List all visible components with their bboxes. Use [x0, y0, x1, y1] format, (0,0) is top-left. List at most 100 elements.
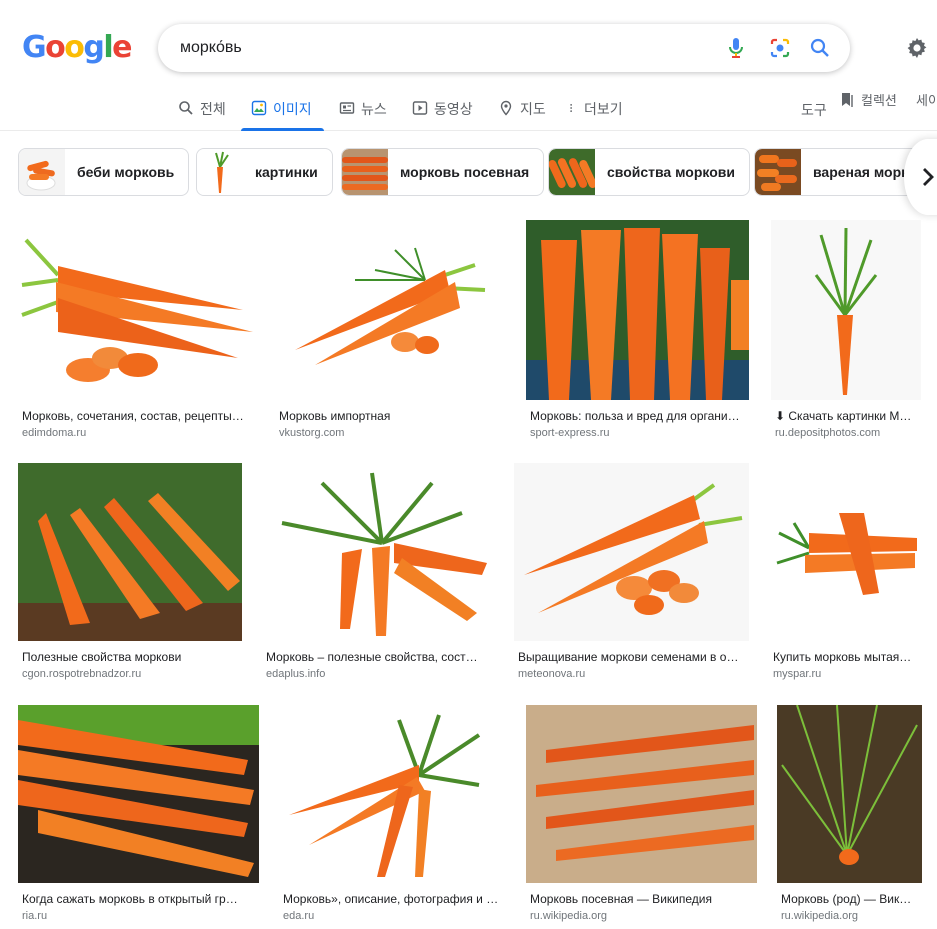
result-site: edimdoma.ru [22, 427, 87, 439]
camera-lens-icon[interactable] [768, 36, 792, 60]
result-image[interactable] [526, 705, 757, 883]
result-title[interactable]: Морковь, сочетания, состав, рецепты… [22, 409, 255, 424]
result-title[interactable]: Морковь – полезные свойства, сост… [266, 650, 494, 665]
collections-label: 컬렉션 [861, 93, 897, 108]
tab-all[interactable]: 전체 [178, 88, 226, 130]
result-site: meteonova.ru [518, 668, 586, 680]
image-result[interactable]: Морковь импортная vkustorg.com [275, 220, 504, 440]
result-site: ru.wikipedia.org [781, 910, 859, 922]
result-image[interactable] [279, 705, 506, 883]
result-title[interactable]: Морковь: польза и вред для органи… [530, 409, 749, 424]
safesearch-button[interactable]: 세이 [916, 90, 937, 109]
result-site: ru.depositphotos.com [775, 427, 881, 439]
result-title[interactable]: Купить морковь мытая… [773, 650, 921, 665]
tab-label: 지도 [520, 101, 546, 117]
result-site: eda.ru [283, 910, 315, 922]
logo-letter: g [83, 30, 104, 65]
chevron-right-icon [923, 168, 934, 186]
tab-more[interactable]: 더보기 [568, 88, 623, 130]
search-icon[interactable] [808, 36, 832, 60]
search-input[interactable]: морко́вь [180, 38, 242, 58]
chip-thumbnail [549, 149, 595, 195]
image-result[interactable]: Выращивание моркови семенами в о… meteon… [514, 463, 749, 681]
image-result[interactable]: Морковь», описание, фотография и … eda.r… [279, 705, 506, 923]
logo-letter: o [45, 30, 66, 65]
result-site: ria.ru [22, 910, 48, 922]
result-image[interactable] [769, 463, 921, 641]
result-site: sport-express.ru [530, 427, 610, 439]
chip-thumbnail [755, 149, 801, 195]
logo-letter: o [64, 30, 85, 65]
tab-label: 더보기 [584, 101, 623, 117]
logo-letter: l [103, 30, 113, 65]
result-title[interactable]: Морковь посевная — Википедия [530, 892, 757, 907]
image-result[interactable]: Морковь (род) — Вик… ru.wikipedia.org [777, 705, 922, 923]
gear-icon[interactable] [905, 36, 929, 60]
tab-label: 뉴스 [361, 101, 387, 117]
result-image[interactable] [526, 220, 749, 400]
image-result[interactable]: ⬇ Скачать картинки М… ru.depositphotos.c… [771, 220, 921, 440]
image-icon [251, 100, 267, 116]
result-image[interactable] [262, 463, 494, 641]
news-icon [339, 102, 355, 114]
result-image[interactable] [18, 220, 255, 400]
result-site: cgon.rospotrebnadzor.ru [22, 668, 142, 680]
result-site: edaplus.info [266, 668, 326, 680]
tab-label: 동영상 [434, 101, 473, 117]
search-tabs: 전체 이미지 뉴스 동영상 지도 더보기 도구 컬렉션 세이 [0, 88, 937, 131]
chip-label: беби морковь [77, 164, 175, 180]
chip-label: морковь посевная [400, 164, 530, 180]
image-result[interactable]: Морковь, сочетания, состав, рецепты… edi… [18, 220, 255, 440]
image-result[interactable]: Купить морковь мытая… myspar.ru [769, 463, 921, 681]
logo-letter: e [112, 30, 132, 65]
related-search-chips: беби морковь картинки морковь посевная с… [0, 148, 937, 196]
logo-letter: G [22, 30, 47, 65]
tab-images[interactable]: 이미지 [241, 88, 324, 131]
result-title[interactable]: Полезные свойства моркови [22, 650, 242, 665]
chip-thumbnail [197, 149, 243, 195]
tab-news[interactable]: 뉴스 [339, 88, 387, 130]
result-title[interactable]: Морковь (род) — Вик… [781, 892, 922, 907]
tab-videos[interactable]: 동영상 [412, 88, 473, 130]
result-title[interactable]: Когда сажать морковь в открытый гр… [22, 892, 259, 907]
result-title[interactable]: ⬇ Скачать картинки М… [775, 409, 921, 424]
result-image[interactable] [777, 705, 922, 883]
chip-carrot-properties[interactable]: свойства моркови [548, 148, 750, 196]
image-result[interactable]: Морковь посевная — Википедия ru.wikipedi… [526, 705, 757, 923]
image-result[interactable]: Когда сажать морковь в открытый гр… ria.… [18, 705, 259, 923]
search-icon [179, 101, 193, 115]
bookmark-icon [842, 92, 853, 107]
chip-baby-carrots[interactable]: беби морковь [18, 148, 190, 196]
more-dots-icon [570, 104, 572, 112]
result-site: ru.wikipedia.org [530, 910, 608, 922]
chip-label: свойства моркови [607, 164, 735, 180]
tab-label: 이미지 [273, 101, 312, 117]
video-icon [412, 101, 428, 115]
chip-thumbnail [19, 149, 65, 195]
result-image[interactable] [514, 463, 749, 641]
tools-button[interactable]: 도구 [801, 100, 827, 120]
collections-button[interactable]: 컬렉션 [838, 90, 897, 109]
image-result[interactable]: Морковь – полезные свойства, сост… edapl… [262, 463, 494, 681]
search-box[interactable]: морко́вь [158, 24, 850, 72]
chip-pictures[interactable]: картинки [196, 148, 333, 196]
chip-sown-carrot[interactable]: морковь посевная [341, 148, 545, 196]
result-title[interactable]: Морковь импортная [279, 409, 504, 424]
tab-label: 전체 [200, 101, 226, 117]
result-image[interactable] [771, 220, 921, 400]
result-image[interactable] [18, 705, 259, 883]
result-title[interactable]: Выращивание моркови семенами в о… [518, 650, 749, 665]
result-title[interactable]: Морковь», описание, фотография и … [283, 892, 506, 907]
chip-label: картинки [255, 164, 318, 180]
result-image[interactable] [275, 220, 504, 400]
chip-thumbnail [342, 149, 388, 195]
tab-maps[interactable]: 지도 [498, 88, 546, 130]
microphone-icon[interactable] [724, 36, 748, 60]
map-pin-icon [500, 100, 512, 116]
result-site: myspar.ru [773, 668, 822, 680]
google-logo[interactable]: Google [22, 30, 133, 66]
image-result[interactable]: Морковь: польза и вред для органи… sport… [526, 220, 749, 440]
result-site: vkustorg.com [279, 427, 345, 439]
image-result[interactable]: Полезные свойства моркови cgon.rospotreb… [18, 463, 242, 681]
result-image[interactable] [18, 463, 242, 641]
